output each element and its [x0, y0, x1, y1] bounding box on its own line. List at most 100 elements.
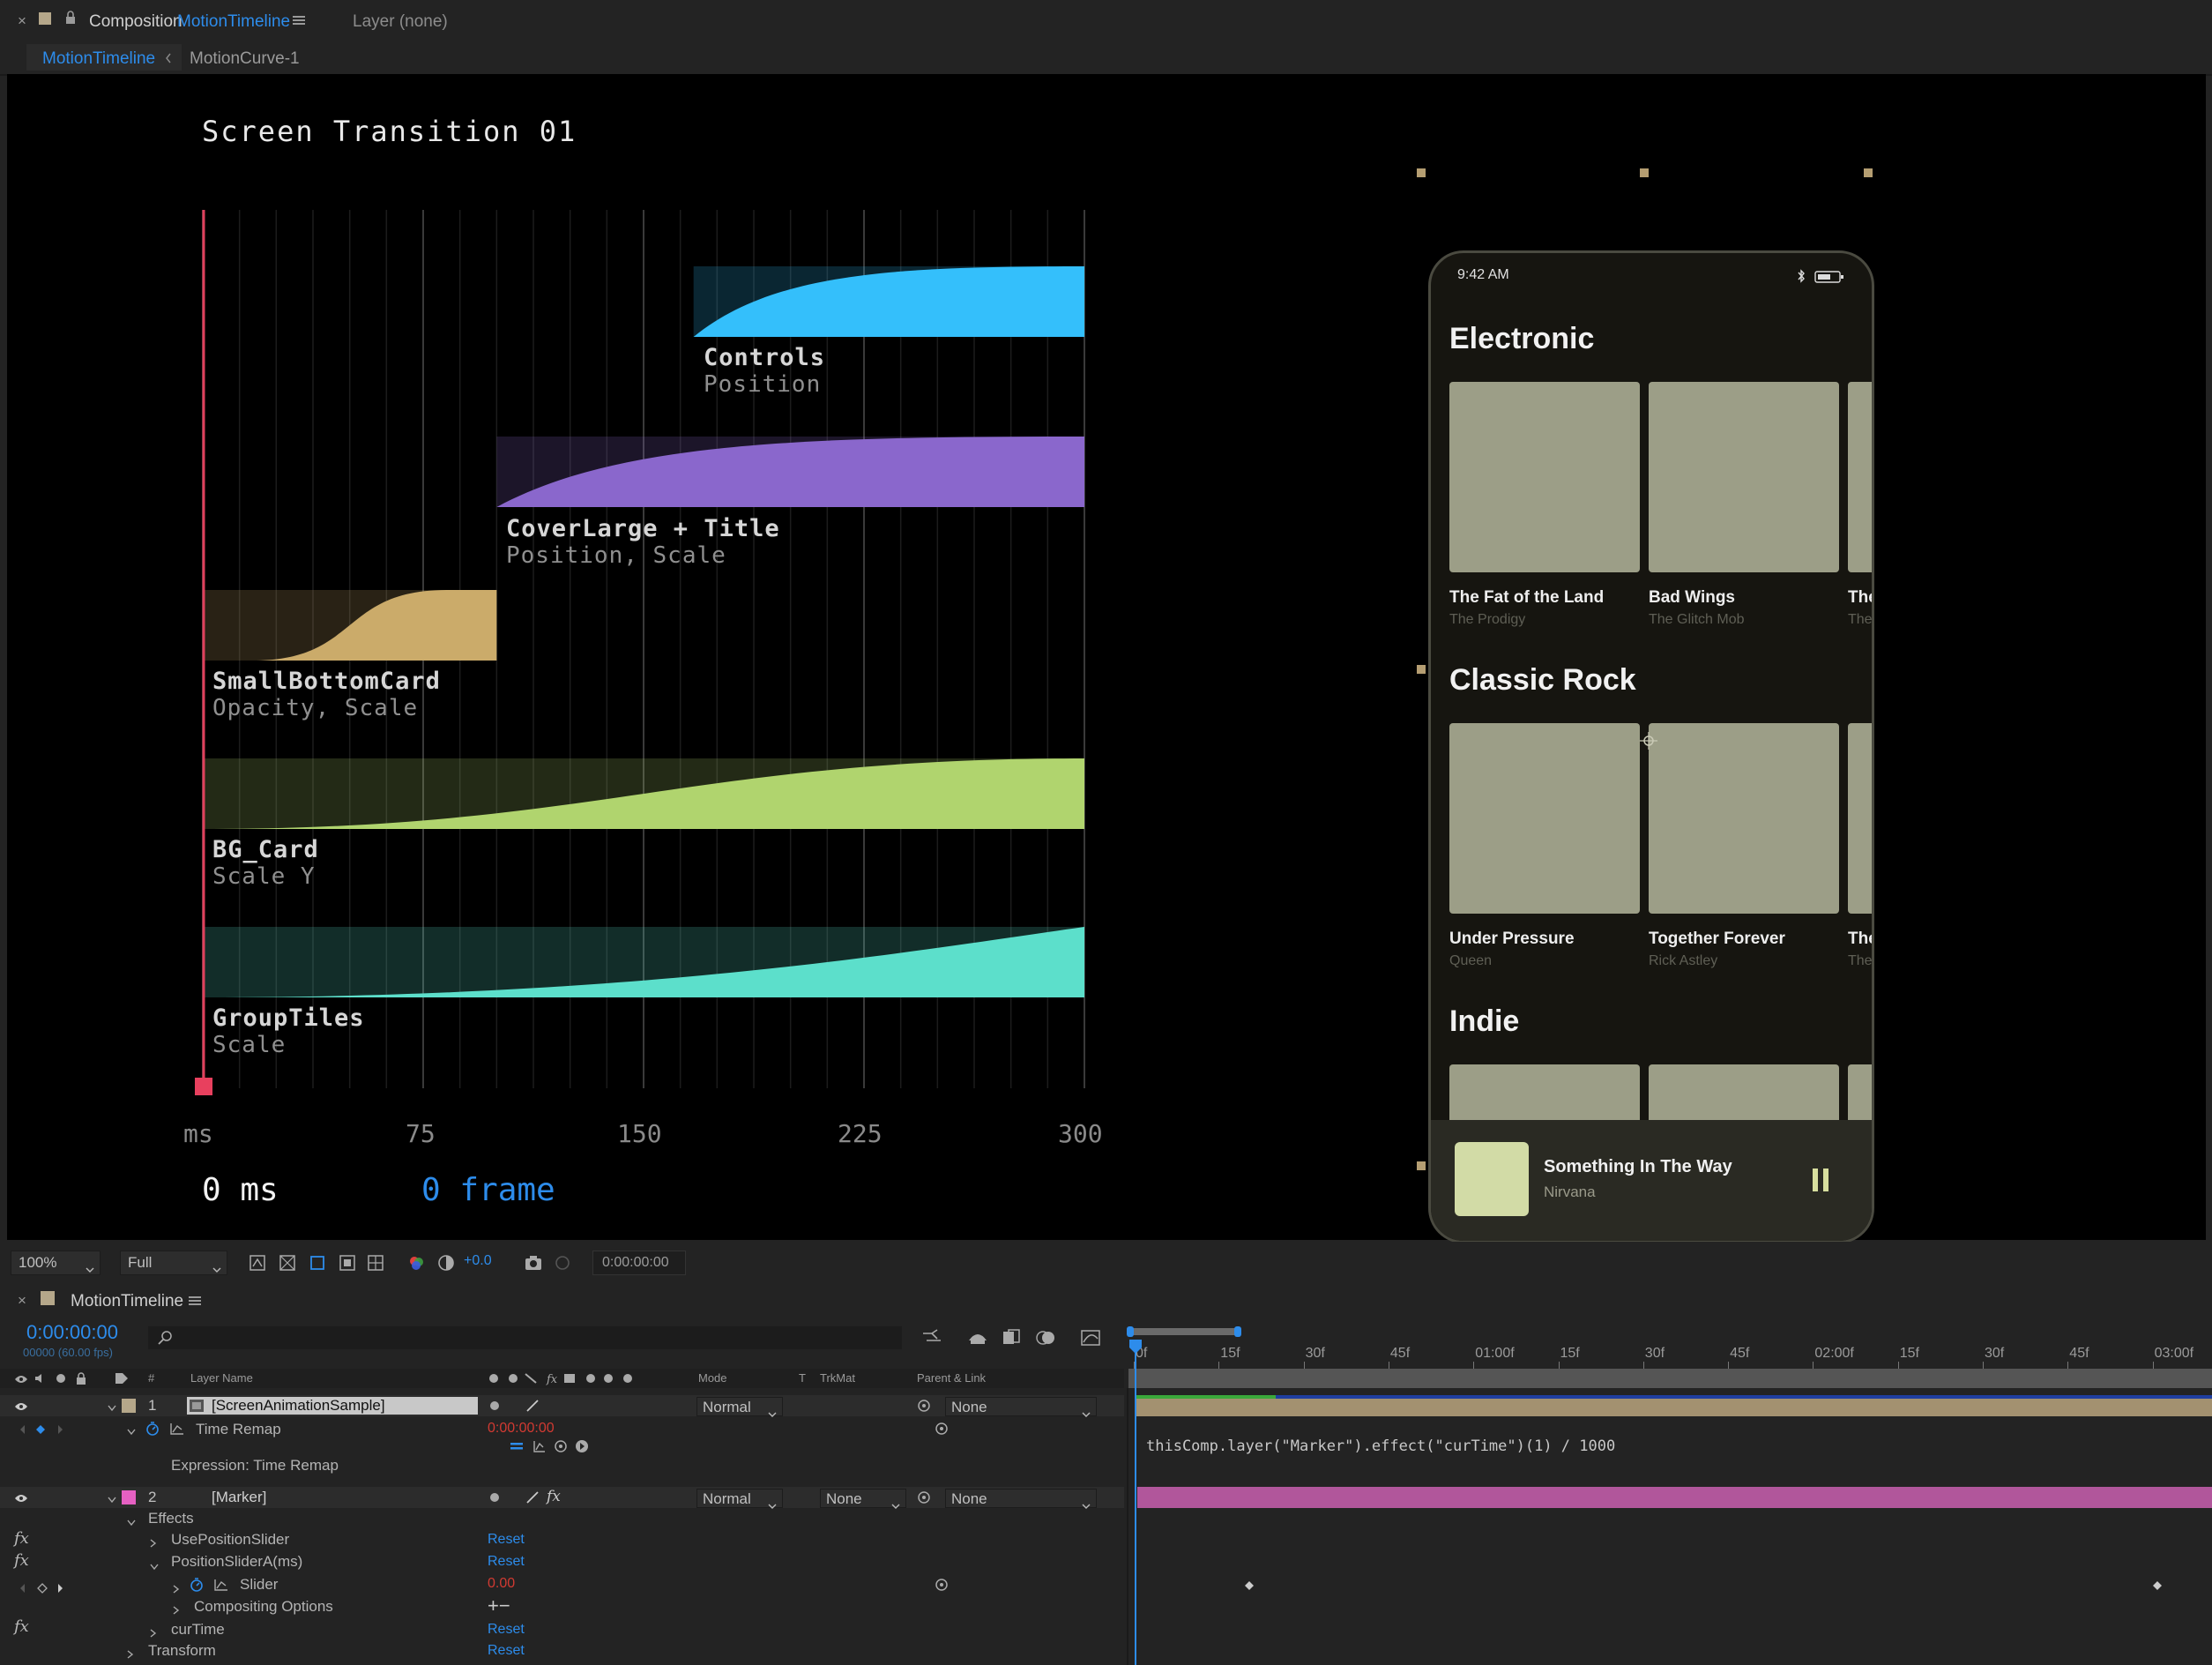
- exposure-value[interactable]: +0.0: [464, 1253, 492, 1269]
- label-tag-icon[interactable]: [115, 1372, 129, 1385]
- expression-language-menu-icon[interactable]: [575, 1439, 589, 1453]
- motion-blur-icon[interactable]: [1036, 1328, 1057, 1348]
- effect-name[interactable]: UsePositionSlider: [171, 1531, 289, 1549]
- eye-icon[interactable]: [14, 1400, 28, 1411]
- anchor-point-icon[interactable]: [1640, 732, 1657, 750]
- guides-icon[interactable]: [367, 1254, 384, 1272]
- layer-label-color[interactable]: [122, 1490, 136, 1504]
- fast-previews-icon[interactable]: [249, 1254, 266, 1272]
- phone-preview[interactable]: 9:42 AM Electronic The Fat of the Land T…: [1428, 250, 1874, 1243]
- panel-menu-icon[interactable]: [189, 1295, 201, 1305]
- album-tile[interactable]: [1449, 723, 1640, 914]
- reset-link[interactable]: Reset: [488, 1554, 525, 1570]
- collapse-transform-icon[interactable]: [487, 1491, 503, 1504]
- keyframe-icon[interactable]: [1244, 1579, 1255, 1590]
- column-layer-name[interactable]: Layer Name: [190, 1371, 253, 1385]
- timeline-comp-name[interactable]: MotionTimeline: [71, 1292, 183, 1311]
- compositing-options-label[interactable]: Compositing Options: [194, 1598, 333, 1616]
- current-time-field[interactable]: 0:00:00:00: [592, 1251, 686, 1275]
- graph-icon[interactable]: [533, 1439, 547, 1453]
- layer-search-input[interactable]: [148, 1326, 902, 1349]
- selection-handle[interactable]: [1417, 665, 1426, 674]
- time-ruler[interactable]: 0f 15f 30f 45f 01:00f 15f 30f 45f 02:00f 15f 30f 45…: [1128, 1339, 2212, 1369]
- album-tile[interactable]: [1649, 723, 1839, 914]
- parent-dropdown[interactable]: None: [945, 1397, 1097, 1417]
- selection-handle[interactable]: [1417, 168, 1426, 177]
- composition-viewer[interactable]: Screen Transition 01 ms 75 150 225 300 0…: [7, 74, 2206, 1243]
- graph-icon[interactable]: [213, 1578, 229, 1592]
- work-area-end-handle[interactable]: [1234, 1326, 1241, 1337]
- column-trkmat[interactable]: TrkMat: [820, 1371, 855, 1385]
- fx-icon[interactable]: fx: [14, 1617, 29, 1636]
- reset-link[interactable]: Reset: [488, 1622, 525, 1638]
- keyframe-navigator-icon[interactable]: [19, 1582, 63, 1594]
- selection-handle[interactable]: [1417, 1161, 1426, 1170]
- layer-2-duration-bar[interactable]: [1137, 1487, 2212, 1508]
- resolution-dropdown[interactable]: Full: [120, 1251, 227, 1275]
- fx-icon[interactable]: fx: [14, 1551, 29, 1570]
- chevron-down-icon[interactable]: [127, 1515, 136, 1527]
- solo-icon[interactable]: [56, 1374, 65, 1383]
- selection-handle[interactable]: [1864, 168, 1873, 177]
- time-remap-value[interactable]: 0:00:00:00: [488, 1421, 555, 1437]
- pause-icon[interactable]: [1810, 1168, 1831, 1191]
- layer-row-1[interactable]: 1 [ScreenAnimationSample] Normal None: [0, 1395, 1124, 1417]
- work-area-start-handle[interactable]: [1127, 1326, 1134, 1337]
- selection-handle[interactable]: [1640, 168, 1649, 177]
- expression-enable-icon[interactable]: [510, 1439, 524, 1453]
- effects-group-label[interactable]: Effects: [148, 1510, 194, 1527]
- eye-icon[interactable]: [14, 1492, 28, 1503]
- add-remove-mask-buttons[interactable]: +−: [488, 1594, 510, 1617]
- chevron-down-icon[interactable]: [108, 1400, 116, 1412]
- chevron-right-icon[interactable]: [173, 1603, 180, 1615]
- switches-header-icons[interactable]: fx: [487, 1371, 637, 1386]
- chevron-down-icon[interactable]: [108, 1492, 116, 1504]
- mask-path-icon[interactable]: [309, 1254, 326, 1272]
- pick-whip-icon[interactable]: [917, 1399, 931, 1413]
- album-tile[interactable]: [1848, 723, 1872, 914]
- shy-layers-icon[interactable]: [967, 1328, 988, 1348]
- layer-name-field[interactable]: [ScreenAnimationSample]: [187, 1397, 478, 1415]
- reset-link[interactable]: Reset: [488, 1532, 525, 1548]
- column-parent[interactable]: Parent & Link: [917, 1371, 986, 1385]
- breadcrumb-item-motiontimeline[interactable]: MotionTimeline: [42, 49, 155, 69]
- transform-group-label[interactable]: Transform: [148, 1642, 216, 1660]
- panel-menu-icon[interactable]: [293, 14, 305, 25]
- playhead-line[interactable]: [1135, 1340, 1136, 1665]
- stopwatch-icon[interactable]: [145, 1421, 160, 1437]
- album-tile[interactable]: [1649, 382, 1839, 572]
- expression-pick-whip-icon[interactable]: [554, 1439, 568, 1453]
- chevron-right-icon[interactable]: [150, 1626, 157, 1638]
- reset-exposure-icon[interactable]: [437, 1254, 455, 1272]
- chevron-right-icon[interactable]: [127, 1647, 134, 1659]
- chevron-right-icon[interactable]: [150, 1536, 157, 1548]
- show-snapshot-icon[interactable]: [554, 1254, 571, 1272]
- composition-name-tab[interactable]: MotionTimeline: [177, 12, 290, 32]
- timeline-current-time[interactable]: 0:00:00:00: [26, 1321, 118, 1344]
- time-remap-row[interactable]: Time Remap 0:00:00:00: [0, 1418, 1124, 1439]
- expression-controls[interactable]: [510, 1437, 598, 1455]
- snapshot-camera-icon[interactable]: [524, 1254, 543, 1272]
- stopwatch-icon[interactable]: [189, 1577, 205, 1593]
- column-t[interactable]: T: [799, 1371, 806, 1385]
- chevron-right-icon[interactable]: [173, 1582, 180, 1594]
- layer-label-color[interactable]: [122, 1399, 136, 1413]
- effect-name[interactable]: PositionSliderA(ms): [171, 1553, 302, 1571]
- channel-icon[interactable]: [407, 1254, 425, 1272]
- close-panel-button[interactable]: ×: [18, 12, 26, 30]
- parent-dropdown[interactable]: None: [945, 1489, 1097, 1509]
- transparency-grid-icon[interactable]: [279, 1254, 296, 1272]
- pick-whip-icon[interactable]: [917, 1490, 931, 1504]
- expression-code[interactable]: thisComp.layer("Marker").effect("curTime…: [1146, 1437, 1615, 1455]
- composition-flowchart-icon[interactable]: [921, 1328, 944, 1348]
- album-tile[interactable]: [1848, 382, 1872, 572]
- fx-icon[interactable]: fx: [14, 1529, 29, 1548]
- keyframe-icon[interactable]: [2152, 1579, 2163, 1590]
- album-tile[interactable]: [1449, 382, 1640, 572]
- frame-blending-icon[interactable]: [1001, 1328, 1022, 1348]
- blend-mode-dropdown[interactable]: Normal: [696, 1489, 783, 1509]
- chevron-down-icon[interactable]: [127, 1424, 136, 1436]
- quality-switch-icon[interactable]: [525, 1399, 540, 1413]
- playhead-handle[interactable]: [1128, 1339, 1143, 1355]
- eye-icon[interactable]: [14, 1373, 28, 1384]
